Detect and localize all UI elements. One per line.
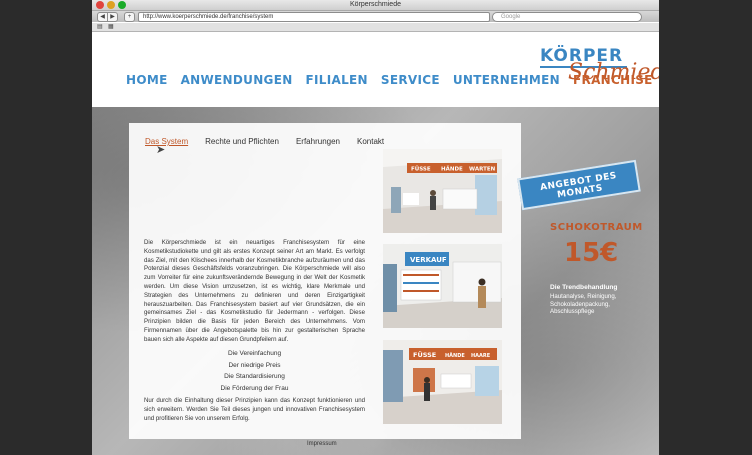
search-field[interactable]: Google	[492, 12, 642, 22]
offer-description: Hautanalyse, Reinigung, Schokoladenpacku…	[550, 293, 617, 316]
offer-title[interactable]: SCHOKOTRAUM	[550, 222, 643, 233]
mouse-cursor-icon: ➤	[156, 144, 166, 156]
add-bookmark-button[interactable]: +	[124, 12, 135, 22]
principle-item: Die Vereinfachung	[227, 350, 282, 357]
subnav-item-rechte-und-pflichten[interactable]: Rechte und Pflichten	[205, 137, 279, 146]
closing-paragraph: Nur durch die Einhaltung dieser Prinzipi…	[144, 397, 365, 422]
principle-item: Die Förderung der Frau	[220, 384, 289, 392]
bookmarks-book-icon[interactable]: ▤	[97, 24, 103, 30]
address-bar[interactable]: http://www.koerperschmiede.de/franchise/…	[138, 12, 490, 22]
subnav-item-das-system[interactable]: Das System	[145, 137, 188, 146]
url-text: http://www.koerperschmiede.de/franchise/…	[143, 14, 274, 20]
intro-paragraph: Die Körperschmiede ist ein neuartiges Fr…	[144, 239, 365, 343]
browser-window: Körperschmiede ◀ ▶ + http://www.koerpers…	[92, 0, 659, 455]
subnav-item-kontakt[interactable]: Kontakt	[357, 137, 384, 146]
nav-item-filialen[interactable]: FILIALEN	[306, 73, 368, 91]
browser-toolbar: ◀ ▶ + http://www.koerperschmiede.de/fran…	[92, 11, 659, 22]
nav-item-franchise[interactable]: FRANCHISE	[573, 73, 653, 91]
subnav-item-erfahrungen[interactable]: Erfahrungen	[296, 137, 340, 146]
nav-item-unternehmen[interactable]: UNTERNEHMEN	[453, 73, 560, 91]
impressum-link[interactable]: Impressum	[307, 441, 337, 447]
photo1-sign-2: HÄNDE	[441, 166, 463, 173]
principles-list: Die Vereinfachung Der niedrige Preis Die…	[144, 348, 365, 394]
nav-item-service[interactable]: SERVICE	[381, 73, 440, 91]
photo3-sign-2: HÄNDE	[445, 352, 465, 359]
window-title: Körperschmiede	[350, 1, 401, 8]
studio-photo-sales-area: VERKAUF	[383, 244, 502, 328]
photo2-sign: VERKAUF	[410, 256, 447, 264]
nav-item-anwendungen[interactable]: ANWENDUNGEN	[181, 73, 293, 91]
top-sites-grid-icon[interactable]: ▦	[108, 24, 114, 30]
photo3-sign-1: FÜSSE	[413, 350, 436, 359]
principle-item: Der niedrige Preis	[228, 361, 281, 369]
principle-item: Die Standardisierung	[224, 373, 285, 380]
nav-item-home[interactable]: HOME	[126, 73, 168, 91]
offer-subtitle: Die Trendbehandlung	[550, 284, 618, 291]
search-placeholder: Google	[501, 14, 521, 20]
photo1-sign-3: WARTEN	[469, 167, 496, 173]
studio-photo-waiting-area: FÜSSE HÄNDE WARTEN	[383, 149, 502, 233]
offer-price: 15€	[564, 238, 619, 268]
photo3-sign-3: HAARE	[471, 353, 491, 359]
sub-navigation: Das System Rechte und Pflichten Erfahrun…	[145, 137, 384, 146]
bookmarks-bar: ▤ ▦	[92, 23, 659, 32]
main-navigation: HOME ANWENDUNGEN FILIALEN SERVICE UNTERN…	[126, 73, 653, 91]
title-bar: Körperschmiede	[92, 0, 659, 11]
studio-photo-treatment-area: FÜSSE HÄNDE HAARE	[383, 340, 502, 424]
forward-button[interactable]: ▶	[107, 12, 118, 22]
photo1-sign-1: FÜSSE	[411, 166, 431, 173]
